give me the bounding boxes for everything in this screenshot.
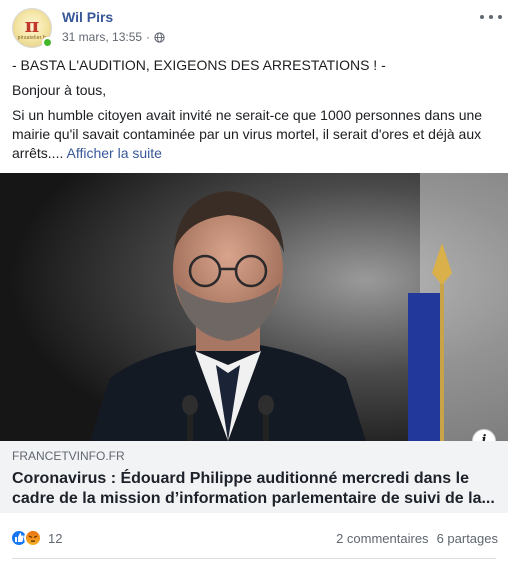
online-status-icon [42,37,53,48]
post-headline: - BASTA L'AUDITION, EXIGEONS DES ARRESTA… [12,57,386,73]
link-preview-meta[interactable]: FRANCETVINFO.FR Coronavirus : Édouard Ph… [0,441,508,513]
post-header: π pirsatelier.fr Wil Pirs 31 mars, 13:55… [12,8,502,48]
article-photo[interactable] [0,173,508,441]
globe-icon[interactable] [154,31,165,43]
angry-icon [24,529,42,547]
avatar-logo: π [24,13,40,37]
post-body: - BASTA L'AUDITION, EXIGEONS DES ARRESTA… [12,56,500,169]
shares-count[interactable]: 6 partages [437,531,498,546]
meta-separator: · [146,30,151,44]
more-horizontal-icon[interactable] [480,10,502,24]
link-preview-card[interactable]: i FRANCETVINFO.FR Coronavirus : Édouard … [0,173,508,513]
reactions-summary[interactable]: 12 [10,529,62,547]
comments-count[interactable]: 2 commentaires [336,531,428,546]
post-meta: 31 mars, 13:55 · [62,30,165,44]
post-greeting: Bonjour à tous, [12,82,107,98]
link-title[interactable]: Coronavirus : Édouard Philippe auditionn… [12,469,496,509]
reaction-count: 12 [48,530,63,546]
post-timestamp[interactable]: 31 mars, 13:55 [62,30,142,44]
footer-divider [12,558,496,559]
engagement-stats: 2 commentaires 6 partages [336,531,498,546]
post-paragraph: Si un humble citoyen avait invité ne ser… [12,106,500,163]
see-more-link[interactable]: Afficher la suite [66,145,161,161]
link-domain: FRANCETVINFO.FR [12,449,125,463]
author-name[interactable]: Wil Pirs [62,9,113,25]
article-photo-illustration [0,173,508,441]
